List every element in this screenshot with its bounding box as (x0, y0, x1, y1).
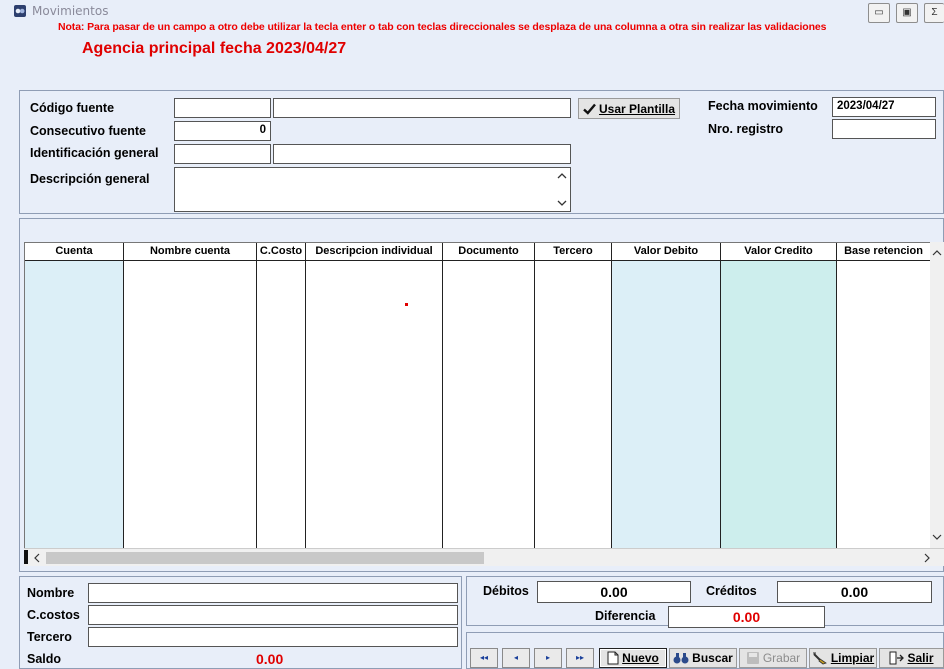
checkmark-icon (583, 103, 596, 115)
nombre-label: Nombre (27, 586, 75, 600)
identificacion-general-name-field[interactable] (273, 144, 571, 164)
nro-registro-label: Nro. registro (708, 122, 784, 136)
scroll-right-icon[interactable] (922, 552, 932, 564)
grid-column-valor-credito[interactable]: Valor Credito (721, 243, 837, 548)
new-document-icon (607, 651, 619, 665)
agency-title: Agencia principal fecha 2023/04/27 (82, 40, 347, 57)
nro-registro-input[interactable] (832, 119, 936, 139)
save-disk-icon (746, 652, 759, 664)
creditos-label: Créditos (706, 584, 757, 598)
ccostos-label: C.costos (27, 608, 80, 622)
column-header-base-retencion[interactable]: Base retencion (837, 243, 930, 261)
column-header-tercero[interactable]: Tercero (535, 243, 611, 261)
grid-column-c-costo[interactable]: C.Costo (257, 243, 306, 548)
identificacion-general-input[interactable] (174, 144, 271, 164)
scroll-down-icon[interactable] (557, 200, 567, 206)
maximize-button[interactable]: ▣ (896, 3, 918, 23)
limpiar-label: Limpiar (830, 651, 875, 665)
creditos-value: 0.00 (777, 581, 932, 603)
last-record-button[interactable]: ▸▸ (566, 648, 594, 668)
column-header-c-costo[interactable]: C.Costo (257, 243, 305, 261)
grid-cursor-marker (405, 303, 408, 306)
scroll-left-icon[interactable] (32, 552, 42, 564)
app-icon (14, 5, 26, 17)
fecha-movimiento-input[interactable]: 2023/04/27 (832, 97, 936, 117)
grabar-label: Grabar (762, 651, 801, 665)
scroll-up-icon[interactable] (557, 173, 567, 179)
buscar-label: Buscar (692, 651, 733, 665)
nombre-field (88, 583, 458, 603)
salir-button[interactable]: Salir (879, 648, 944, 668)
grid-column-documento[interactable]: Documento (443, 243, 535, 548)
first-record-button[interactable]: ◂◂ (470, 648, 498, 668)
movements-grid[interactable]: Cuenta Nombre cuenta C.Costo Descripcion in… (24, 242, 944, 548)
horizontal-scroll-thumb[interactable] (46, 552, 484, 564)
grabar-button[interactable]: Grabar (739, 648, 807, 668)
descripcion-general-textarea[interactable] (174, 167, 571, 212)
grid-column-nombre-cuenta[interactable]: Nombre cuenta (124, 243, 257, 548)
grid-scroll-up-icon[interactable] (932, 250, 942, 256)
saldo-label: Saldo (27, 652, 62, 666)
codigo-fuente-input[interactable] (174, 98, 271, 118)
close-button[interactable]: Σ (924, 3, 944, 23)
grid-scroll-down-icon[interactable] (932, 534, 942, 540)
limpiar-button[interactable]: Limpiar (809, 648, 877, 668)
debitos-label: Débitos (483, 584, 529, 598)
column-header-cuenta[interactable]: Cuenta (25, 243, 123, 261)
descripcion-scrollbar[interactable] (554, 168, 570, 211)
column-header-valor-credito[interactable]: Valor Credito (721, 243, 836, 261)
tercero-label: Tercero (27, 630, 72, 644)
ccostos-field (88, 605, 458, 625)
column-header-valor-debito[interactable]: Valor Debito (612, 243, 720, 261)
nuevo-button[interactable]: Nuevo (599, 648, 667, 668)
exit-door-icon (889, 651, 905, 665)
usar-plantilla-label: Usar Plantilla (598, 101, 676, 116)
fecha-movimiento-label: Fecha movimiento (708, 99, 818, 113)
descripcion-general-label: Descripción general (30, 172, 150, 186)
binoculars-icon (673, 653, 689, 664)
diferencia-value: 0.00 (668, 606, 825, 628)
grid-column-valor-debito[interactable]: Valor Debito (612, 243, 721, 548)
codigo-fuente-label: Código fuente (30, 101, 115, 115)
consecutivo-fuente-label: Consecutivo fuente (30, 124, 146, 138)
nuevo-label: Nuevo (622, 651, 659, 665)
column-header-documento[interactable]: Documento (443, 243, 534, 261)
grid-vertical-scrollbar[interactable] (930, 242, 944, 548)
usar-plantilla-button[interactable]: Usar Plantilla (578, 98, 680, 119)
window-title: Movimientos (32, 4, 109, 18)
diferencia-label: Diferencia (595, 609, 656, 623)
row-indicator (24, 550, 28, 564)
buscar-button[interactable]: Buscar (669, 648, 737, 668)
minimize-button[interactable]: ▭ (868, 3, 890, 23)
navigation-note: Nota: Para pasar de un campo a otro debe… (58, 21, 827, 33)
column-header-descripcion-individual[interactable]: Descripcion individual (306, 243, 442, 261)
identificacion-general-label: Identificación general (30, 146, 159, 160)
grid-column-tercero[interactable]: Tercero (535, 243, 612, 548)
saldo-value: 0.00 (256, 651, 284, 667)
previous-record-button[interactable]: ◂ (502, 648, 530, 668)
consecutivo-fuente-input[interactable]: 0 (174, 121, 271, 141)
grid-horizontal-scrollbar[interactable] (24, 548, 944, 566)
title-bar (0, 0, 944, 22)
grid-column-base-retencion[interactable]: Base retencion (837, 243, 931, 548)
tercero-field (88, 627, 458, 647)
debitos-value: 0.00 (537, 581, 691, 603)
codigo-fuente-name-field[interactable] (273, 98, 571, 118)
next-record-button[interactable]: ▸ (534, 648, 562, 668)
column-header-nombre-cuenta[interactable]: Nombre cuenta (124, 243, 256, 261)
grid-column-cuenta[interactable]: Cuenta (25, 243, 124, 548)
salir-label: Salir (907, 651, 934, 665)
broom-icon (812, 652, 827, 665)
grid-column-descripcion-individual[interactable]: Descripcion individual (306, 243, 443, 548)
